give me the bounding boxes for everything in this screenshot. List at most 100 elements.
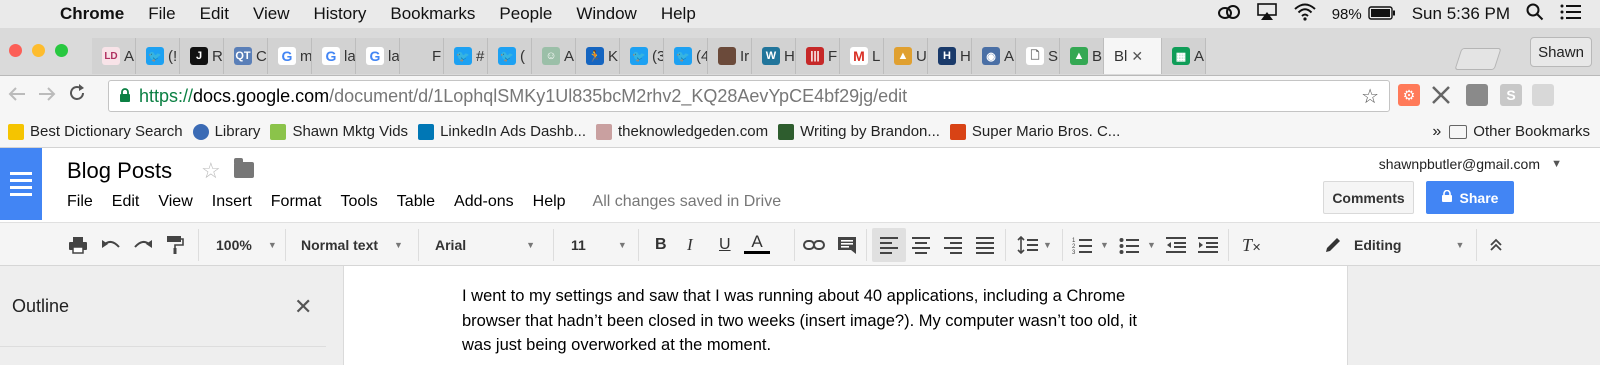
numbered-list-button[interactable]: 123 ▼: [1072, 233, 1109, 257]
browser-tab[interactable]: 🐦(3: [620, 38, 664, 74]
other-bookmarks-button[interactable]: Other Bookmarks: [1473, 123, 1590, 140]
creative-cloud-icon[interactable]: [1217, 4, 1240, 25]
paragraph-style-select[interactable]: Normal text ▼: [301, 233, 403, 257]
document-title[interactable]: Blog Posts: [67, 158, 172, 184]
line-spacing-button[interactable]: ▼: [1017, 233, 1052, 257]
docs-menu-format[interactable]: Format: [271, 193, 322, 211]
browser-tab[interactable]: Gm: [268, 38, 312, 74]
browser-tab[interactable]: ▲ U: [884, 38, 928, 74]
spotlight-search-icon[interactable]: [1526, 3, 1544, 26]
menu-history[interactable]: History: [301, 4, 378, 24]
menu-file[interactable]: File: [136, 4, 187, 24]
text-color-button[interactable]: A: [744, 233, 770, 257]
clear-formatting-button[interactable]: T✕: [1242, 233, 1261, 257]
bookmark-item[interactable]: Writing by Brandon...: [778, 123, 940, 140]
s-extension-icon[interactable]: S: [1500, 84, 1522, 106]
browser-tab[interactable]: Ir: [708, 38, 752, 74]
browser-tab[interactable]: WH: [752, 38, 796, 74]
bookmark-item[interactable]: Super Mario Bros. C...: [949, 123, 1120, 140]
bookmark-item[interactable]: Library: [192, 123, 260, 140]
docs-menu-addons[interactable]: Add-ons: [454, 193, 514, 211]
bookmark-item[interactable]: theknowledgeden.com: [596, 123, 768, 140]
bookmark-item[interactable]: LinkedIn Ads Dashb...: [418, 123, 586, 140]
browser-tab[interactable]: JR: [180, 38, 224, 74]
tab-active[interactable]: Bl ✕: [1104, 38, 1162, 74]
bookmark-item[interactable]: Best Dictionary Search: [8, 123, 183, 140]
menu-view[interactable]: View: [241, 4, 302, 24]
browser-tab[interactable]: ▲ B: [1060, 38, 1104, 74]
browser-tab[interactable]: QT C: [224, 38, 268, 74]
browser-tab[interactable]: ML: [840, 38, 884, 74]
close-outline-icon[interactable]: ✕: [294, 294, 312, 320]
bookmark-star-icon[interactable]: ☆: [1361, 84, 1379, 109]
forward-button[interactable]: [32, 85, 62, 108]
share-button[interactable]: Share: [1426, 181, 1514, 214]
browser-tab[interactable]: ◉ A: [972, 38, 1016, 74]
docs-menu-edit[interactable]: Edit: [112, 193, 140, 211]
move-to-folder-icon[interactable]: [234, 158, 254, 178]
browser-tab[interactable]: Gla: [312, 38, 356, 74]
menu-app-name[interactable]: Chrome: [54, 4, 136, 24]
paint-format-icon[interactable]: [166, 233, 184, 257]
bulleted-list-button[interactable]: ▼: [1119, 233, 1156, 257]
zoom-select[interactable]: 100% ▼: [216, 233, 277, 257]
italic-button[interactable]: I: [687, 233, 693, 257]
menu-people[interactable]: People: [487, 4, 564, 24]
docs-menu-view[interactable]: View: [158, 193, 192, 211]
save-status[interactable]: All changes saved in Drive: [593, 193, 782, 211]
minimize-window-button[interactable]: [32, 44, 45, 57]
menu-edit[interactable]: Edit: [188, 4, 241, 24]
browser-tab[interactable]: F: [400, 38, 444, 74]
docs-menu-insert[interactable]: Insert: [212, 193, 252, 211]
wifi-icon[interactable]: [1294, 3, 1316, 26]
hubspot-extension-icon[interactable]: ⚙: [1398, 84, 1420, 106]
menu-bookmarks[interactable]: Bookmarks: [378, 4, 487, 24]
browser-tab[interactable]: ||| F: [796, 38, 840, 74]
back-button[interactable]: [2, 85, 32, 108]
menu-help[interactable]: Help: [649, 4, 708, 24]
decrease-indent-button[interactable]: [1166, 233, 1186, 257]
browser-tab[interactable]: ▦ A: [1162, 38, 1206, 74]
print-icon[interactable]: [68, 233, 88, 257]
redo-icon[interactable]: [133, 233, 153, 257]
google-docs-home-icon[interactable]: [0, 148, 42, 220]
account-caret-icon[interactable]: ▼: [1551, 158, 1562, 170]
airplay-icon[interactable]: [1256, 2, 1278, 26]
profile-button[interactable]: Shawn: [1530, 37, 1592, 67]
notification-center-icon[interactable]: [1560, 4, 1582, 25]
document-paragraph[interactable]: I went to my settings and saw that I was…: [462, 284, 1222, 358]
menubar-clock[interactable]: Sun 5:36 PM: [1412, 4, 1510, 24]
reload-button[interactable]: [62, 84, 92, 108]
editing-mode-select[interactable]: Editing ▼: [1324, 233, 1464, 257]
browser-tab[interactable]: Gla: [356, 38, 400, 74]
docs-menu-table[interactable]: Table: [397, 193, 435, 211]
browser-tab[interactable]: 🐦 #: [444, 38, 488, 74]
comments-button[interactable]: Comments: [1323, 181, 1414, 214]
bookmark-item[interactable]: Shawn Mktg Vids: [270, 123, 408, 140]
browser-tab[interactable]: ☺ A: [532, 38, 576, 74]
insert-comment-icon[interactable]: [837, 233, 857, 257]
zoom-window-button[interactable]: [55, 44, 68, 57]
font-size-select[interactable]: 11 ▼: [571, 233, 627, 257]
align-center-button[interactable]: [912, 233, 930, 257]
account-email[interactable]: shawnpbutler@gmail.com: [1379, 156, 1540, 172]
insert-link-icon[interactable]: [803, 233, 825, 257]
undo-icon[interactable]: [101, 233, 121, 257]
browser-tab[interactable]: 🐦 (!: [136, 38, 180, 74]
document-page[interactable]: I went to my settings and saw that I was…: [343, 266, 1348, 365]
close-tab-icon[interactable]: ✕: [1131, 48, 1143, 65]
browser-tab[interactable]: LD A: [92, 38, 136, 74]
browser-tab[interactable]: 🐦(4: [664, 38, 708, 74]
lock-icon[interactable]: [119, 87, 131, 105]
bookmarks-overflow-button[interactable]: »: [1432, 123, 1441, 141]
battery-icon[interactable]: [1368, 4, 1396, 25]
browser-tab[interactable]: 🏃 K: [576, 38, 620, 74]
justify-button[interactable]: [976, 233, 994, 257]
grey-extension-icon[interactable]: [1466, 84, 1488, 106]
browser-tab[interactable]: HH: [928, 38, 972, 74]
address-bar[interactable]: https://docs.google.com/document/d/1Loph…: [108, 80, 1390, 112]
font-select[interactable]: Arial ▼: [435, 233, 535, 257]
docs-menu-help[interactable]: Help: [533, 193, 566, 211]
browser-tab[interactable]: 🗋 S: [1016, 38, 1060, 74]
bold-button[interactable]: B: [655, 233, 667, 257]
